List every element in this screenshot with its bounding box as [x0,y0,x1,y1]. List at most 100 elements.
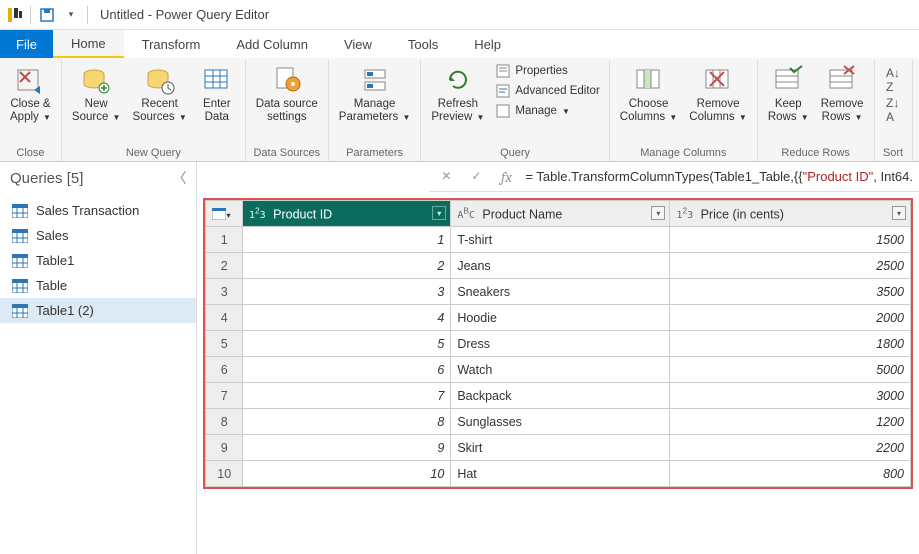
row-number[interactable]: 5 [206,331,243,357]
tab-view[interactable]: View [326,30,390,58]
fx-icon[interactable]: fx [495,166,517,188]
group-mc-label: Manage Columns [616,145,751,161]
table-row[interactable]: 66Watch5000 [206,357,911,383]
cell[interactable]: 4 [242,305,450,331]
sort-desc-button[interactable]: Z↓A [886,96,899,124]
cell[interactable]: 2200 [670,435,911,461]
row-number[interactable]: 10 [206,461,243,487]
table-row[interactable]: 77Backpack3000 [206,383,911,409]
cell[interactable]: 1 [242,227,450,253]
cell[interactable]: 3 [242,279,450,305]
cell[interactable]: 7 [242,383,450,409]
table-row[interactable]: 11T-shirt1500 [206,227,911,253]
sort-asc-button[interactable]: A↓Z [886,66,900,94]
cell[interactable]: Hoodie [451,305,670,331]
cell[interactable]: 2 [242,253,450,279]
query-item[interactable]: Sales [0,223,196,248]
row-number[interactable]: 4 [206,305,243,331]
cell[interactable]: Watch [451,357,670,383]
cell[interactable]: Sneakers [451,279,670,305]
table-row[interactable]: 99Skirt2200 [206,435,911,461]
save-button[interactable] [36,4,58,26]
manage-button[interactable]: Manage ▼ [492,102,602,120]
cell[interactable]: Backpack [451,383,670,409]
tab-home[interactable]: Home [53,30,124,58]
cancel-formula-button[interactable]: ✕ [435,166,457,188]
filter-button[interactable]: ▾ [651,206,665,220]
cell[interactable]: 10 [242,461,450,487]
table-row[interactable]: 44Hoodie2000 [206,305,911,331]
column-header[interactable]: 123 Price (in cents)▾ [670,201,911,227]
collapse-pane-button[interactable]: 〈 [172,168,186,188]
keep-rows-button[interactable]: Keep Rows ▼ [764,62,813,126]
queries-title: Queries [5] [10,170,83,187]
data-grid[interactable]: ▾123 Product ID▾ABC Product Name▾123 Pri… [205,200,911,487]
cell[interactable]: 5000 [670,357,911,383]
query-item[interactable]: Table [0,273,196,298]
cell[interactable]: 5 [242,331,450,357]
column-name: Price (in cents) [701,207,784,221]
row-number[interactable]: 6 [206,357,243,383]
qat-customize-button[interactable]: ▾ [60,4,82,26]
filter-button[interactable]: ▾ [432,206,446,220]
query-label: Table1 [36,253,74,268]
table-row[interactable]: 88Sunglasses1200 [206,409,911,435]
cell[interactable]: 800 [670,461,911,487]
table-row[interactable]: 33Sneakers3500 [206,279,911,305]
tab-file[interactable]: File [0,30,53,58]
table-row[interactable]: 1010Hat800 [206,461,911,487]
tab-transform[interactable]: Transform [124,30,219,58]
cell[interactable]: 8 [242,409,450,435]
table-row[interactable]: 55Dress1800 [206,331,911,357]
enter-data-button[interactable]: Enter Data [195,62,239,126]
cell[interactable]: Skirt [451,435,670,461]
cell[interactable]: Hat [451,461,670,487]
cell[interactable]: 1800 [670,331,911,357]
cell[interactable]: 3000 [670,383,911,409]
refresh-preview-button[interactable]: Refresh Preview ▼ [427,62,488,126]
column-header[interactable]: 123 Product ID▾ [242,201,450,227]
query-item[interactable]: Table1 (2) [0,298,196,323]
grid-corner-button[interactable]: ▾ [206,201,243,227]
row-number[interactable]: 1 [206,227,243,253]
remove-columns-button[interactable]: Remove Columns ▼ [685,62,751,126]
cell[interactable]: Jeans [451,253,670,279]
formula-text[interactable]: = Table.TransformColumnTypes(Table1_Tabl… [525,169,913,185]
row-number[interactable]: 9 [206,435,243,461]
advanced-editor-button[interactable]: Advanced Editor [492,82,602,100]
data-source-settings-button[interactable]: Data source settings [252,62,322,126]
cell[interactable]: Dress [451,331,670,357]
cell[interactable]: 9 [242,435,450,461]
table-row[interactable]: 22Jeans2500 [206,253,911,279]
commit-formula-button[interactable]: ✓ [465,166,487,188]
cell[interactable]: T-shirt [451,227,670,253]
row-number[interactable]: 7 [206,383,243,409]
manage-parameters-button[interactable]: Manage Parameters ▼ [335,62,415,126]
tab-add-column[interactable]: Add Column [218,30,326,58]
query-item[interactable]: Table1 [0,248,196,273]
recent-sources-button[interactable]: Recent Sources ▼ [128,62,190,126]
table-icon [12,304,28,318]
row-number[interactable]: 3 [206,279,243,305]
tab-help[interactable]: Help [456,30,519,58]
table-icon [12,254,28,268]
query-item[interactable]: Sales Transaction [0,198,196,223]
choose-columns-button[interactable]: Choose Columns ▼ [616,62,682,126]
cell[interactable]: Sunglasses [451,409,670,435]
close-apply-button[interactable]: Close & Apply ▼ [6,62,55,126]
cell[interactable]: 2500 [670,253,911,279]
column-header[interactable]: ABC Product Name▾ [451,201,670,227]
cell[interactable]: 2000 [670,305,911,331]
remove-rows-button[interactable]: Remove Rows ▼ [817,62,868,126]
cell[interactable]: 6 [242,357,450,383]
new-source-button[interactable]: New Source ▼ [68,62,125,126]
tab-tools[interactable]: Tools [390,30,456,58]
cell[interactable]: 1200 [670,409,911,435]
properties-button[interactable]: Properties [492,62,602,80]
title-bar: ▾ Untitled - Power Query Editor [0,0,919,30]
row-number[interactable]: 8 [206,409,243,435]
filter-button[interactable]: ▾ [892,206,906,220]
cell[interactable]: 3500 [670,279,911,305]
cell[interactable]: 1500 [670,227,911,253]
row-number[interactable]: 2 [206,253,243,279]
